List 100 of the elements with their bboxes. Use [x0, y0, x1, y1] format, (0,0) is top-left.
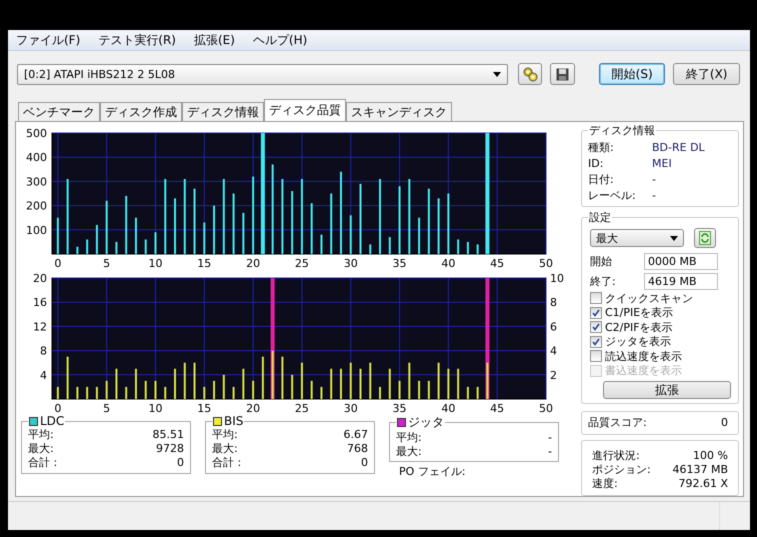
menu-item[interactable]: ヘルプ(H): [250, 32, 310, 48]
error-bar: [418, 218, 420, 254]
tab[interactable]: スキャンディスク: [346, 102, 452, 121]
y-tick-label: 100: [26, 224, 47, 237]
checkbox-label: ジッタを表示: [605, 334, 671, 350]
menu-item[interactable]: テスト実行(R): [96, 32, 178, 48]
error-bar: [164, 386, 166, 399]
error-bar: [438, 362, 440, 399]
error-bar: [125, 196, 128, 254]
error-bar: [466, 242, 469, 254]
x-tick-label: 25: [294, 402, 309, 415]
group-title: ディスク情報: [588, 123, 656, 138]
y-tick-label: 8: [40, 344, 47, 358]
error-bar: [340, 368, 342, 399]
error-bar: [242, 212, 244, 254]
checkbox-label: 書込速度を表示: [605, 363, 682, 378]
progress-value: 792.61 X: [678, 477, 728, 491]
error-bar: [291, 374, 294, 399]
error-bar: [300, 362, 303, 399]
error-bar: [86, 386, 88, 399]
error-bar: [252, 380, 254, 399]
error-bar: [398, 186, 401, 254]
tab[interactable]: ベンチマーク: [18, 102, 100, 121]
error-bar: [222, 374, 225, 399]
error-bar: [96, 386, 98, 399]
error-bar: [213, 206, 216, 254]
error-bar: [203, 222, 206, 254]
tab[interactable]: ディスク作成: [100, 102, 182, 121]
exit-button[interactable]: 終了(X): [673, 63, 740, 85]
y-tick-label: 2: [550, 368, 557, 382]
error-bar: [125, 386, 128, 399]
y-tick-label: 10: [550, 272, 564, 285]
field-label: 終了:: [590, 274, 616, 288]
speed-dropdown[interactable]: 最大: [590, 229, 684, 247]
stat-value: 0: [361, 456, 368, 470]
x-tick-label: 30: [344, 402, 358, 415]
po-fail-label: PO フェイル:: [399, 465, 466, 478]
end-field[interactable]: 4619 MB: [644, 272, 718, 290]
x-tick-label: 5: [103, 402, 110, 415]
error-bar: [76, 386, 78, 399]
x-tick-label: 20: [246, 257, 260, 270]
drive-tools-button[interactable]: [518, 63, 542, 85]
menu-item[interactable]: ファイル(F): [14, 32, 82, 48]
error-bar: [106, 380, 108, 399]
y-tick-label: 400: [26, 151, 47, 164]
stat-value: 85.51: [152, 428, 184, 442]
start-field[interactable]: 0000 MB: [644, 252, 718, 270]
checkbox[interactable]: [590, 336, 602, 348]
error-bar: [330, 194, 332, 254]
stat-label: 最大:: [212, 442, 238, 456]
extend-button[interactable]: 拡張: [603, 381, 731, 399]
dropdown-arrow-icon: [493, 72, 502, 76]
error-bar: [66, 356, 69, 399]
x-tick-label: 15: [197, 257, 212, 270]
stat-value: -: [548, 445, 552, 459]
score-value: 0: [721, 416, 728, 430]
tab[interactable]: ディスク品質: [264, 99, 346, 121]
menu-item[interactable]: 拡張(E): [192, 32, 237, 48]
progress-label: ポジション:: [592, 463, 651, 477]
checkbox-label: 読込速度を表示: [605, 348, 682, 364]
x-tick-label: 25: [294, 257, 309, 270]
error-bar: [486, 362, 488, 399]
error-bar: [398, 380, 401, 399]
progress-value: 100 %: [693, 449, 728, 463]
save-button[interactable]: [550, 63, 575, 85]
y-tick-label: 12: [33, 320, 47, 334]
error-bar: [457, 239, 460, 254]
y-tick-label: 8: [550, 296, 557, 310]
stat-value: 6.67: [344, 428, 368, 442]
x-tick-label: 20: [246, 402, 260, 415]
checkbox[interactable]: [590, 306, 602, 319]
error-bar: [310, 203, 313, 254]
info-label: 種類:: [588, 140, 615, 156]
field-label: 開始: [590, 254, 612, 268]
checkbox[interactable]: [590, 321, 602, 334]
error-bar: [388, 237, 391, 254]
tab[interactable]: ディスク情報: [182, 102, 264, 121]
error-bar: [242, 368, 244, 399]
x-tick-label: 0: [54, 402, 62, 415]
start-button[interactable]: 開始(S): [598, 63, 666, 85]
error-bar: [86, 239, 88, 254]
error-bar: [56, 386, 59, 399]
error-bar: [232, 386, 235, 399]
drive-dropdown[interactable]: [0:2] ATAPI iHBS212 2 5L08: [17, 64, 508, 84]
stat-value: -: [548, 431, 552, 445]
checkbox[interactable]: [590, 350, 602, 362]
error-bar: [194, 362, 196, 399]
error-bar: [369, 362, 372, 399]
error-bar: [154, 380, 156, 399]
x-tick-label: 5: [103, 257, 110, 270]
refresh-button[interactable]: [694, 228, 716, 248]
error-bar: [428, 380, 430, 399]
error-bar: [232, 194, 235, 254]
x-tick-label: 30: [344, 257, 358, 270]
group-title: 設定: [588, 210, 612, 225]
checkbox[interactable]: [590, 292, 602, 304]
error-bar: [96, 224, 98, 254]
info-value: -: [652, 188, 656, 204]
x-tick-label: 0: [54, 257, 62, 270]
error-bar: [388, 368, 391, 399]
